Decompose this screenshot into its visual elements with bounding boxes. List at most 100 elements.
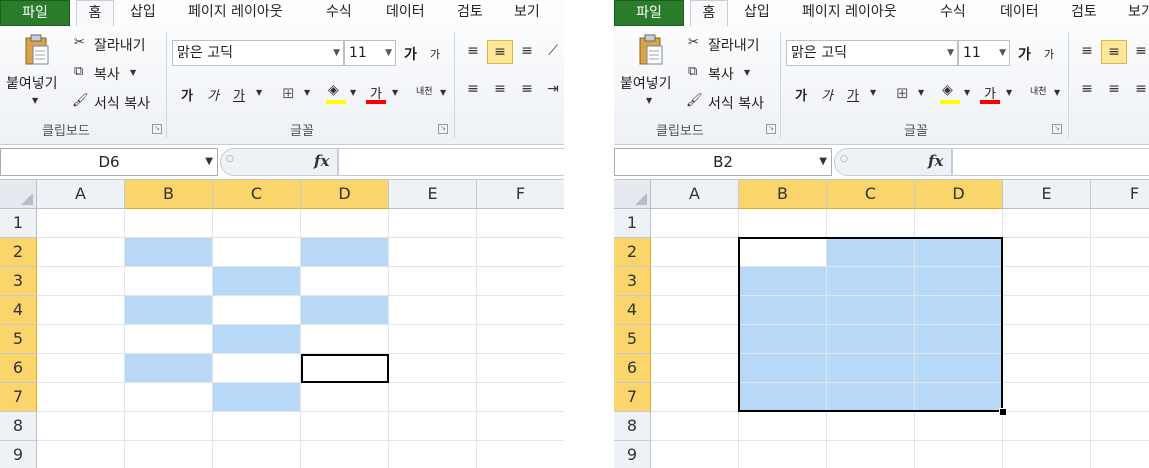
cell-a5[interactable]	[37, 325, 125, 354]
font-color-dropdown-icon[interactable]: ▼	[392, 88, 398, 97]
row-header-6[interactable]: 6	[0, 354, 37, 383]
column-header-e[interactable]: E	[389, 180, 477, 209]
column-header-f[interactable]: F	[477, 180, 564, 209]
select-all-corner[interactable]	[0, 180, 37, 209]
paste-dropdown-icon[interactable]: ▼	[32, 96, 38, 105]
tab-file[interactable]: 파일	[0, 0, 70, 26]
font-size-combo[interactable]: 11 ▼	[344, 40, 396, 66]
row-header-2[interactable]: 2	[614, 238, 651, 267]
cell-a4[interactable]	[651, 296, 739, 325]
phonetic-dropdown-icon[interactable]: ▼	[1054, 88, 1060, 97]
align-left-icon[interactable]: ≡	[1074, 78, 1100, 102]
cell-f3[interactable]	[477, 267, 564, 296]
row-header-1[interactable]: 1	[614, 209, 651, 238]
cell-e2[interactable]	[389, 238, 477, 267]
cell-e7[interactable]	[1003, 383, 1091, 412]
cell-d7[interactable]	[301, 383, 389, 412]
row-header-4[interactable]: 4	[0, 296, 37, 325]
cell-a3[interactable]	[651, 267, 739, 296]
align-right-icon[interactable]: ≡	[1128, 78, 1149, 102]
cell-c8[interactable]	[827, 412, 915, 441]
cell-a9[interactable]	[37, 441, 125, 468]
active-cell[interactable]	[301, 354, 389, 383]
cell-e9[interactable]	[1003, 441, 1091, 468]
cell-a8[interactable]	[37, 412, 125, 441]
column-header-b[interactable]: B	[125, 180, 213, 209]
phonetic-dropdown-icon[interactable]: ▼	[440, 88, 446, 97]
select-all-corner[interactable]	[614, 180, 651, 209]
cell-f6[interactable]	[477, 354, 564, 383]
cell-a1[interactable]	[651, 209, 739, 238]
align-center-icon[interactable]: ≡	[1101, 78, 1127, 102]
row-header-7[interactable]: 7	[0, 383, 37, 412]
underline-button[interactable]: 가	[233, 85, 245, 104]
cell-b9[interactable]	[739, 441, 827, 468]
cell-b3[interactable]	[125, 267, 213, 296]
cell-f2[interactable]	[1091, 238, 1149, 267]
row-header-8[interactable]: 8	[614, 412, 651, 441]
tab-review[interactable]: 검토	[1071, 0, 1097, 26]
cell-c9[interactable]	[827, 441, 915, 468]
font-launcher-icon[interactable]: ↘	[438, 124, 448, 134]
cell-c6[interactable]	[213, 354, 301, 383]
row-header-3[interactable]: 3	[614, 267, 651, 296]
borders-icon[interactable]: ⊞	[896, 84, 909, 102]
font-size-combo[interactable]: 11 ▼	[958, 40, 1010, 66]
column-header-d[interactable]: D	[301, 180, 389, 209]
row-header-5[interactable]: 5	[0, 325, 37, 354]
row-header-9[interactable]: 9	[614, 441, 651, 468]
row-header-5[interactable]: 5	[614, 325, 651, 354]
cell-c9[interactable]	[213, 441, 301, 468]
cell-e2[interactable]	[1003, 238, 1091, 267]
column-header-f[interactable]: F	[1091, 180, 1149, 209]
paste-button[interactable]: 붙여넣기	[620, 73, 672, 93]
cell-f5[interactable]	[1091, 325, 1149, 354]
align-bottom-icon[interactable]: ≡	[1128, 40, 1149, 64]
font-launcher-icon[interactable]: ↘	[1052, 124, 1062, 134]
formula-input[interactable]	[952, 148, 1149, 176]
cell-b2[interactable]	[125, 238, 213, 267]
row-header-6[interactable]: 6	[614, 354, 651, 383]
phonetic-button[interactable]: 내천	[1030, 84, 1047, 97]
cell-e5[interactable]	[1003, 325, 1091, 354]
cell-f8[interactable]	[477, 412, 564, 441]
row-header-4[interactable]: 4	[614, 296, 651, 325]
cell-e3[interactable]	[389, 267, 477, 296]
grow-font-button[interactable]: 가	[1018, 44, 1031, 64]
cell-c7[interactable]	[213, 383, 301, 412]
clipboard-launcher-icon[interactable]: ↘	[766, 124, 776, 134]
grow-font-button[interactable]: 가	[404, 44, 417, 64]
format-painter-button[interactable]: 서식 복사	[94, 93, 150, 113]
font-color-dropdown-icon[interactable]: ▼	[1006, 88, 1012, 97]
cell-a5[interactable]	[651, 325, 739, 354]
cell-e1[interactable]	[1003, 209, 1091, 238]
italic-button[interactable]: 가	[207, 85, 219, 104]
cell-a6[interactable]	[651, 354, 739, 383]
cell-a7[interactable]	[37, 383, 125, 412]
tab-insert[interactable]: 삽입	[744, 0, 770, 26]
tab-page-layout[interactable]: 페이지 레이아웃	[802, 0, 897, 26]
font-name-combo[interactable]: 맑은 고딕 ▼	[172, 40, 344, 66]
shrink-font-button[interactable]: 가	[1044, 46, 1054, 62]
cell-f4[interactable]	[477, 296, 564, 325]
fill-dropdown-icon[interactable]: ▼	[964, 88, 970, 97]
column-header-c[interactable]: C	[213, 180, 301, 209]
cell-b7[interactable]	[125, 383, 213, 412]
cell-b1[interactable]	[739, 209, 827, 238]
tab-data[interactable]: 데이터	[1000, 0, 1039, 26]
fill-color-icon[interactable]: ◈	[328, 82, 339, 98]
cell-f9[interactable]	[477, 441, 564, 468]
cell-d9[interactable]	[301, 441, 389, 468]
cell-b6[interactable]	[125, 354, 213, 383]
cell-c2[interactable]	[213, 238, 301, 267]
font-name-combo[interactable]: 맑은 고딕 ▼	[786, 40, 958, 66]
cell-a4[interactable]	[37, 296, 125, 325]
cell-b1[interactable]	[125, 209, 213, 238]
column-header-a[interactable]: A	[37, 180, 125, 209]
cell-e8[interactable]	[1003, 412, 1091, 441]
cell-e5[interactable]	[389, 325, 477, 354]
cell-e4[interactable]	[389, 296, 477, 325]
tab-page-layout[interactable]: 페이지 레이아웃	[188, 0, 283, 26]
tab-data[interactable]: 데이터	[386, 0, 425, 26]
borders-icon[interactable]: ⊞	[282, 84, 295, 102]
